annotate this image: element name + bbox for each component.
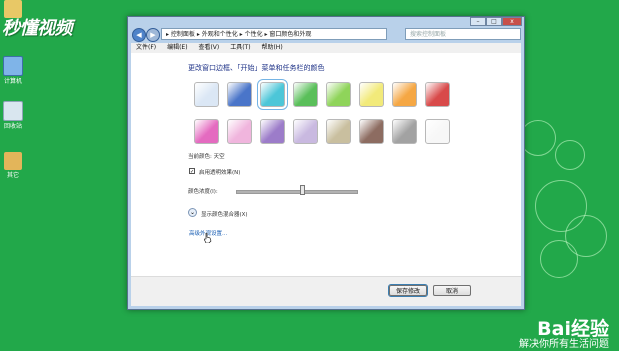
color-swatch[interactable] [359, 119, 384, 144]
desktop-icon-recycle-bin[interactable]: 回收站 [0, 101, 26, 130]
forward-arrow-icon[interactable]: ▶ [146, 28, 160, 42]
color-swatch[interactable] [194, 119, 219, 144]
menu-help[interactable]: 帮助(H) [261, 44, 282, 51]
folder-icon [4, 0, 22, 18]
color-swatch[interactable] [425, 82, 450, 107]
menu-bar: 文件(F) 编辑(E) 查看(V) 工具(T) 帮助(H) [131, 43, 521, 53]
color-swatch[interactable] [227, 119, 252, 144]
menu-file[interactable]: 文件(F) [136, 44, 156, 51]
menu-tools[interactable]: 工具(T) [230, 44, 250, 51]
transparency-label: 启用透明效果(N) [199, 170, 241, 176]
color-swatch[interactable] [194, 82, 219, 107]
desktop-decoration [540, 240, 578, 278]
color-swatch[interactable] [227, 82, 252, 107]
close-button[interactable]: x [502, 17, 522, 26]
color-swatch[interactable] [260, 119, 285, 144]
recycle-bin-icon [3, 101, 23, 121]
color-swatch[interactable] [293, 82, 318, 107]
title-bar[interactable]: – □ x [128, 17, 524, 27]
desktop-icon-label: 其它 [6, 172, 19, 179]
page-title: 更改窗口边框、「开始」菜单和任务栏的颜色 [188, 64, 325, 72]
desktop-decoration [555, 140, 585, 170]
intensity-label: 颜色浓度(I): [188, 189, 218, 195]
dialog-footer: 保存修改 取消 [131, 276, 521, 306]
current-color-label: 当前颜色: 天空 [188, 154, 225, 160]
save-changes-button[interactable]: 保存修改 [388, 284, 428, 297]
intensity-slider[interactable] [236, 190, 358, 194]
computer-icon [3, 56, 23, 76]
back-arrow-icon[interactable]: ◀ [132, 28, 146, 42]
color-swatch[interactable] [392, 119, 417, 144]
desktop-icon-label: 回收站 [3, 123, 22, 130]
color-swatch[interactable] [293, 119, 318, 144]
maximize-button[interactable]: □ [486, 17, 502, 26]
cancel-button[interactable]: 取消 [433, 285, 471, 296]
desktop-icon-label: dmin [5, 20, 21, 27]
desktop-icon-other[interactable]: 其它 [0, 152, 26, 179]
folder-icon [4, 152, 22, 170]
content-area: 更改窗口边框、「开始」菜单和任务栏的颜色 当前颜色: 天空 ✓ 启用透明效果(N… [131, 53, 521, 306]
desktop-decoration [520, 120, 556, 156]
address-row: ◀ ▶ ▸ 控制面板 ▸ 外观和个性化 ▸ 个性化 ▸ 窗口颜色和外观 搜索控制… [131, 28, 521, 42]
color-swatch[interactable] [425, 119, 450, 144]
address-bar[interactable]: ▸ 控制面板 ▸ 外观和个性化 ▸ 个性化 ▸ 窗口颜色和外观 [161, 28, 387, 40]
color-swatch[interactable] [359, 82, 384, 107]
color-swatch[interactable] [257, 79, 288, 110]
search-input[interactable]: 搜索控制面板 [405, 28, 521, 40]
color-mixer-label[interactable]: 显示颜色混合器(X) [201, 210, 248, 218]
control-panel-window: – □ x ◀ ▶ ▸ 控制面板 ▸ 外观和个性化 ▸ 个性化 ▸ 窗口颜色和外… [127, 16, 525, 310]
color-swatch[interactable] [326, 82, 351, 107]
hand-cursor-icon [204, 233, 212, 243]
intensity-slider-thumb[interactable] [300, 185, 305, 195]
minimize-button[interactable]: – [470, 17, 486, 26]
menu-view[interactable]: 查看(V) [198, 44, 219, 51]
transparency-checkbox[interactable]: ✓ [189, 168, 195, 175]
color-swatch[interactable] [326, 119, 351, 144]
color-swatch[interactable] [392, 82, 417, 107]
desktop-icon-computer[interactable]: 计算机 [0, 56, 26, 85]
chevron-down-icon[interactable]: ⌄ [188, 208, 197, 217]
baidu-slogan: 解决你所有生活问题 [519, 339, 609, 350]
desktop-icon-admin[interactable]: dmin [0, 0, 26, 27]
desktop-icon-label: 计算机 [3, 78, 22, 85]
menu-edit[interactable]: 编辑(E) [167, 44, 187, 51]
